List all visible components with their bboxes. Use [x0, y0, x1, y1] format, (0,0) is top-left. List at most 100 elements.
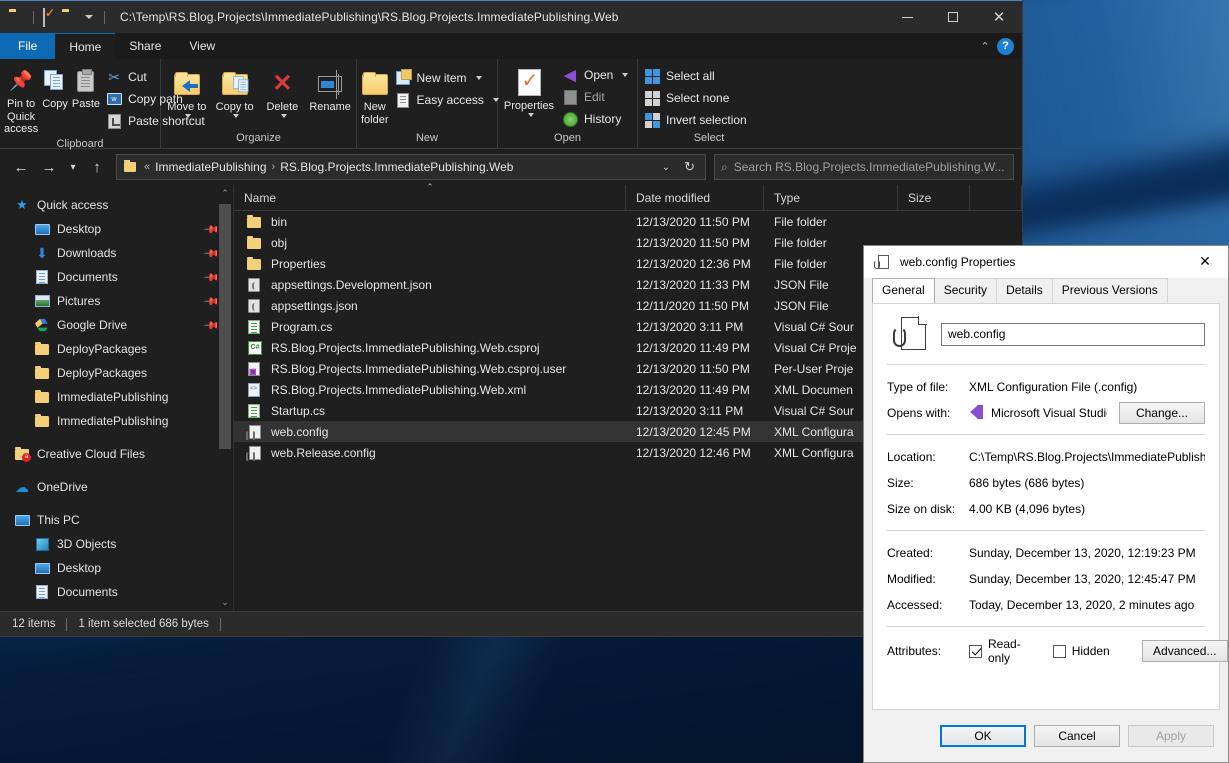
- customize-qat-caret-icon[interactable]: [85, 15, 93, 19]
- tab-view[interactable]: View: [175, 33, 229, 59]
- properties-button[interactable]: Properties: [500, 64, 558, 119]
- pin-to-quick-access-button[interactable]: 📌 Pin to Quick access: [2, 64, 40, 138]
- location-label: Location:: [887, 449, 936, 464]
- scroll-down-icon[interactable]: ⌄: [217, 594, 233, 611]
- sidebar-item-documents-thispc[interactable]: Documents: [0, 580, 233, 604]
- select-all-button[interactable]: Select all: [640, 65, 753, 87]
- sidebar-item-3d-objects[interactable]: 3D Objects: [0, 532, 233, 556]
- file-name-label: Program.cs: [271, 319, 333, 334]
- minimize-button[interactable]: [884, 1, 930, 34]
- ok-button[interactable]: OK: [940, 725, 1026, 747]
- sidebar-item-deploypackages-2[interactable]: DeployPackages: [0, 361, 233, 385]
- breadcrumb-separator-0[interactable]: ›: [270, 161, 278, 173]
- read-only-checkbox[interactable]: Read-only: [969, 637, 1021, 665]
- scrollbar-thumb[interactable]: [219, 204, 231, 449]
- file-name-cell[interactable]: obj: [234, 235, 626, 251]
- breadcrumb-overflow-icon[interactable]: «: [142, 161, 152, 173]
- file-name-cell[interactable]: Program.cs: [234, 319, 626, 335]
- delete-caret-icon[interactable]: [280, 113, 287, 118]
- sidebar-item-deploypackages-1[interactable]: DeployPackages: [0, 337, 233, 361]
- cancel-button[interactable]: Cancel: [1034, 725, 1120, 747]
- tab-file[interactable]: File: [0, 33, 56, 59]
- move-to-caret-icon[interactable]: [185, 113, 192, 118]
- column-header-type[interactable]: Type: [764, 185, 898, 210]
- forward-button[interactable]: →: [36, 154, 62, 180]
- file-name-cell[interactable]: appsettings.Development.json: [234, 277, 626, 293]
- close-button[interactable]: ✕: [976, 1, 1022, 34]
- paste-button[interactable]: Paste: [70, 64, 102, 113]
- recent-locations-button[interactable]: ▾: [64, 154, 82, 180]
- dialog-close-button[interactable]: ✕: [1182, 246, 1228, 278]
- search-box[interactable]: ⌕ Search RS.Blog.Projects.ImmediatePubli…: [714, 154, 1014, 180]
- file-name-cell[interactable]: C# RS.Blog.Projects.ImmediatePublishing.…: [234, 340, 626, 356]
- properties-caret-icon[interactable]: [527, 112, 534, 117]
- tab-share[interactable]: Share: [115, 33, 175, 59]
- easy-access-button[interactable]: Easy access: [391, 89, 505, 111]
- new-folder-button[interactable]: New folder: [359, 67, 391, 128]
- table-row[interactable]: bin 12/13/2020 11:50 PM File folder: [234, 211, 1022, 232]
- new-item-caret-icon[interactable]: [475, 76, 482, 80]
- edit-button[interactable]: Edit: [558, 86, 634, 108]
- breadcrumb-item-1[interactable]: RS.Blog.Projects.ImmediatePublishing.Web: [277, 158, 516, 176]
- column-header-extra[interactable]: [970, 185, 1022, 210]
- copy-to-caret-icon[interactable]: [233, 113, 240, 118]
- column-header-date-modified[interactable]: Date modified: [626, 185, 764, 210]
- tab-home[interactable]: Home: [55, 33, 116, 59]
- file-name-cell[interactable]: RS.Blog.Projects.ImmediatePublishing.Web…: [234, 382, 626, 398]
- move-to-button[interactable]: Move to: [163, 67, 211, 120]
- refresh-icon[interactable]: ↻: [678, 159, 701, 175]
- file-name-cell[interactable]: web.config: [234, 424, 626, 440]
- sidebar-item-google-drive[interactable]: Google Drive 📌: [0, 313, 233, 337]
- hidden-checkbox[interactable]: Hidden: [1052, 644, 1110, 658]
- open-caret-icon[interactable]: [622, 73, 629, 77]
- back-button[interactable]: ←: [8, 154, 34, 180]
- maximize-button[interactable]: [930, 1, 976, 34]
- sidebar-item-quick-access[interactable]: ★ Quick access: [0, 193, 233, 217]
- sidebar-item-immediatepublishing-1[interactable]: ImmediatePublishing: [0, 385, 233, 409]
- sidebar-item-documents[interactable]: Documents 📌: [0, 265, 233, 289]
- help-icon[interactable]: ?: [997, 37, 1014, 55]
- collapse-ribbon-icon[interactable]: ⌃: [979, 40, 991, 53]
- file-name-input[interactable]: web.config: [941, 322, 1205, 346]
- copy-button[interactable]: Copy: [40, 64, 70, 113]
- sidebar-item-immediatepublishing-2[interactable]: ImmediatePublishing: [0, 409, 233, 433]
- scroll-up-icon[interactable]: ⌃: [217, 185, 233, 202]
- new-item-button[interactable]: New item: [391, 67, 505, 89]
- sidebar-item-pictures[interactable]: Pictures 📌: [0, 289, 233, 313]
- open-button[interactable]: ◀ Open: [558, 64, 634, 86]
- copy-to-button[interactable]: Copy to: [211, 67, 259, 120]
- tab-previous-versions[interactable]: Previous Versions: [1051, 278, 1168, 303]
- navigation-scrollbar[interactable]: ⌃ ⌄: [217, 185, 233, 611]
- tab-security[interactable]: Security: [933, 278, 998, 303]
- file-name-cell[interactable]: Startup.cs: [234, 403, 626, 419]
- rename-button[interactable]: Rename: [306, 67, 354, 116]
- change-button[interactable]: Change...: [1119, 401, 1205, 424]
- sidebar-item-downloads[interactable]: ⬇ Downloads 📌: [0, 241, 233, 265]
- column-header-size[interactable]: Size: [898, 185, 970, 210]
- new-folder-qat-icon[interactable]: [61, 8, 79, 26]
- delete-button[interactable]: ✕ Delete: [259, 67, 307, 120]
- undo-checkmark-icon[interactable]: [41, 8, 59, 27]
- sidebar-item-creative-cloud-files[interactable]: a Creative Cloud Files: [0, 442, 233, 466]
- invert-selection-button[interactable]: Invert selection: [640, 109, 753, 131]
- select-none-button[interactable]: Select none: [640, 87, 753, 109]
- column-header-name[interactable]: Name: [234, 185, 626, 210]
- sidebar-item-desktop-thispc[interactable]: Desktop: [0, 556, 233, 580]
- history-button[interactable]: History: [558, 108, 634, 130]
- address-dropdown-icon[interactable]: ⌄: [656, 162, 676, 173]
- tab-general[interactable]: General: [872, 278, 935, 303]
- properties-qat-icon[interactable]: [8, 8, 26, 26]
- file-name-cell[interactable]: Properties: [234, 256, 626, 272]
- file-name-cell[interactable]: web.Release.config: [234, 445, 626, 461]
- sidebar-item-onedrive[interactable]: ☁ OneDrive: [0, 475, 233, 499]
- address-bar[interactable]: « ImmediatePublishing › RS.Blog.Projects…: [116, 154, 706, 180]
- advanced-button[interactable]: Advanced...: [1141, 640, 1228, 662]
- sidebar-item-this-pc[interactable]: This PC: [0, 508, 233, 532]
- file-name-cell[interactable]: bin: [234, 214, 626, 230]
- file-name-cell[interactable]: ▣ RS.Blog.Projects.ImmediatePublishing.W…: [234, 361, 626, 377]
- breadcrumb-item-0[interactable]: ImmediatePublishing: [152, 158, 269, 176]
- sidebar-item-desktop[interactable]: Desktop 📌: [0, 217, 233, 241]
- tab-details[interactable]: Details: [996, 278, 1053, 303]
- file-name-cell[interactable]: appsettings.json: [234, 298, 626, 314]
- up-button[interactable]: ↑: [84, 154, 110, 180]
